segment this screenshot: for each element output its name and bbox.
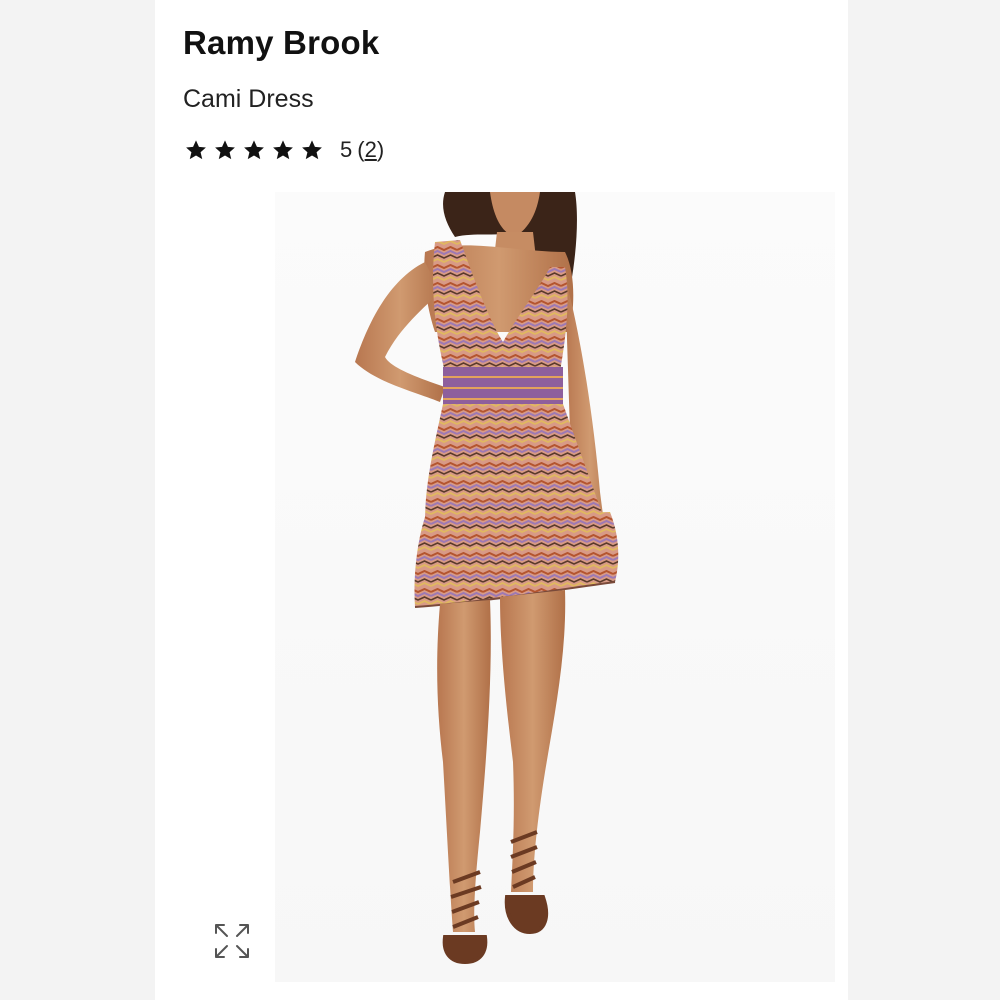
left-gutter xyxy=(0,0,155,1000)
star-icon xyxy=(185,139,207,161)
product-brand[interactable]: Ramy Brook xyxy=(183,24,379,62)
model-illustration xyxy=(355,192,619,965)
rating-value: 5 xyxy=(340,137,353,162)
star-rating xyxy=(185,139,323,161)
star-icon xyxy=(214,139,236,161)
expand-arrows-icon[interactable] xyxy=(213,922,251,960)
star-icon xyxy=(301,139,323,161)
product-card: Ramy Brook Cami Dress 5 (2) xyxy=(155,0,848,1000)
product-name: Cami Dress xyxy=(183,85,314,113)
review-count: (2) xyxy=(357,137,385,162)
right-gutter xyxy=(848,0,1000,1000)
star-icon xyxy=(243,139,265,161)
rating-row: 5 (2) xyxy=(185,133,384,167)
star-icon xyxy=(272,139,294,161)
product-image[interactable] xyxy=(275,192,835,982)
review-count-link[interactable]: 2 xyxy=(365,137,377,162)
